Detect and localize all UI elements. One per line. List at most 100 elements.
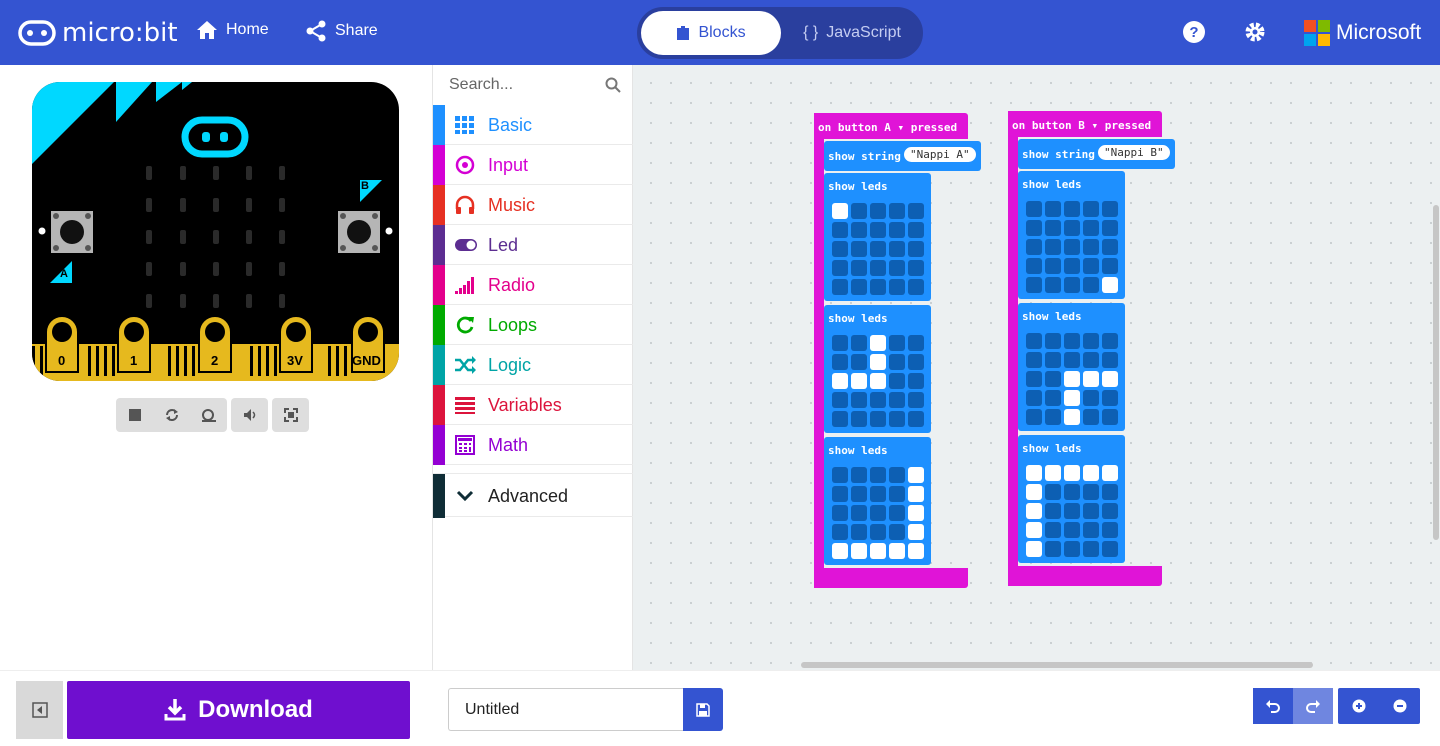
led-cell[interactable] xyxy=(1102,484,1118,500)
pin-1-label[interactable]: 1 xyxy=(130,353,137,368)
led-cell[interactable] xyxy=(870,373,886,389)
led-cell[interactable] xyxy=(1026,352,1042,368)
collapse-simulator-button[interactable] xyxy=(16,681,63,739)
led-cell[interactable] xyxy=(1045,371,1061,387)
undo-button[interactable] xyxy=(1253,688,1293,724)
led-cell[interactable] xyxy=(870,260,886,276)
led-cell[interactable] xyxy=(832,373,848,389)
toolbox-category-music[interactable]: Music xyxy=(433,185,633,225)
led-cell[interactable] xyxy=(1102,409,1118,425)
show-leds-block[interactable]: show leds xyxy=(824,173,931,301)
led-cell[interactable] xyxy=(889,260,905,276)
project-name-input[interactable]: Untitled xyxy=(448,688,684,731)
led-cell[interactable] xyxy=(889,203,905,219)
led-cell[interactable] xyxy=(1083,371,1099,387)
led-cell[interactable] xyxy=(889,505,905,521)
led-cell[interactable] xyxy=(832,279,848,295)
led-cell[interactable] xyxy=(832,354,848,370)
button-dropdown[interactable]: B xyxy=(1078,119,1085,132)
share-button[interactable]: Share xyxy=(305,20,378,42)
stop-button[interactable] xyxy=(116,398,153,432)
led-cell[interactable] xyxy=(1083,541,1099,557)
microsoft-logo[interactable]: Microsoft xyxy=(1304,20,1421,46)
led-cell[interactable] xyxy=(1045,258,1061,274)
show-leds-block[interactable]: show leds xyxy=(824,437,931,565)
led-cell[interactable] xyxy=(1102,541,1118,557)
led-cell[interactable] xyxy=(1026,277,1042,293)
led-cell[interactable] xyxy=(889,486,905,502)
led-cell[interactable] xyxy=(1064,201,1080,217)
led-cell[interactable] xyxy=(1026,541,1042,557)
led-cell[interactable] xyxy=(1045,465,1061,481)
led-cell[interactable] xyxy=(908,524,924,540)
on-button-b-pressed-block[interactable]: on button B ▾ pressed show string "Nappi B… xyxy=(1008,111,1175,586)
led-cell[interactable] xyxy=(1102,522,1118,538)
microbit-logo[interactable]: micro:bit xyxy=(18,18,178,48)
led-cell[interactable] xyxy=(889,411,905,427)
led-cell[interactable] xyxy=(908,279,924,295)
workspace-vertical-scrollbar[interactable] xyxy=(1433,205,1439,540)
led-cell[interactable] xyxy=(908,203,924,219)
led-cell[interactable] xyxy=(1026,220,1042,236)
mute-button[interactable] xyxy=(231,398,268,432)
led-cell[interactable] xyxy=(908,467,924,483)
string-value-input[interactable]: "Nappi A" xyxy=(904,147,976,162)
led-cell[interactable] xyxy=(870,486,886,502)
led-cell[interactable] xyxy=(1102,258,1118,274)
led-cell[interactable] xyxy=(870,335,886,351)
microbit-board[interactable]: A B 0 1 2 3V GND xyxy=(32,82,399,381)
led-cell[interactable] xyxy=(1064,465,1080,481)
led-cell[interactable] xyxy=(1026,239,1042,255)
led-cell[interactable] xyxy=(889,373,905,389)
led-cell[interactable] xyxy=(832,203,848,219)
tab-javascript[interactable]: { } JavaScript xyxy=(785,11,919,55)
blocks-workspace[interactable]: on button A ▾ pressed show string "Nappi A… xyxy=(633,65,1440,670)
show-leds-block[interactable]: show leds xyxy=(824,305,931,433)
led-cell[interactable] xyxy=(1064,503,1080,519)
led-cell[interactable] xyxy=(1102,503,1118,519)
save-button[interactable] xyxy=(683,688,723,731)
led-cell[interactable] xyxy=(870,241,886,257)
led-cell[interactable] xyxy=(851,260,867,276)
led-cell[interactable] xyxy=(832,486,848,502)
led-cell[interactable] xyxy=(908,392,924,408)
led-cell[interactable] xyxy=(1064,371,1080,387)
toolbox-category-math[interactable]: Math xyxy=(433,425,633,465)
led-cell[interactable] xyxy=(1045,541,1061,557)
pin-gnd-label[interactable]: GND xyxy=(352,353,381,368)
led-cell[interactable] xyxy=(851,411,867,427)
led-cell[interactable] xyxy=(851,543,867,559)
led-cell[interactable] xyxy=(1064,541,1080,557)
download-button[interactable]: Download xyxy=(67,681,410,739)
led-cell[interactable] xyxy=(1045,484,1061,500)
toolbox-category-loops[interactable]: Loops xyxy=(433,305,633,345)
led-cell[interactable] xyxy=(1102,333,1118,349)
led-cell[interactable] xyxy=(870,505,886,521)
led-cell[interactable] xyxy=(851,203,867,219)
led-cell[interactable] xyxy=(1045,201,1061,217)
led-cell[interactable] xyxy=(1026,503,1042,519)
led-cell[interactable] xyxy=(870,524,886,540)
led-cell[interactable] xyxy=(832,260,848,276)
led-cell[interactable] xyxy=(1045,390,1061,406)
led-cell[interactable] xyxy=(1083,465,1099,481)
led-cell[interactable] xyxy=(908,411,924,427)
led-cell[interactable] xyxy=(1026,465,1042,481)
led-cell[interactable] xyxy=(908,354,924,370)
show-string-block[interactable]: show string "Nappi A" xyxy=(824,141,981,171)
led-cell[interactable] xyxy=(889,241,905,257)
led-cell[interactable] xyxy=(1083,333,1099,349)
led-cell[interactable] xyxy=(1026,390,1042,406)
led-cell[interactable] xyxy=(832,392,848,408)
led-cell[interactable] xyxy=(1026,201,1042,217)
led-cell[interactable] xyxy=(908,260,924,276)
toolbox-category-radio[interactable]: Radio xyxy=(433,265,633,305)
led-cell[interactable] xyxy=(851,241,867,257)
workspace-horizontal-scrollbar[interactable] xyxy=(801,662,1313,668)
led-cell[interactable] xyxy=(1026,484,1042,500)
led-cell[interactable] xyxy=(1083,201,1099,217)
led-cell[interactable] xyxy=(1083,220,1099,236)
led-cell[interactable] xyxy=(851,222,867,238)
led-cell[interactable] xyxy=(870,467,886,483)
led-cell[interactable] xyxy=(1045,220,1061,236)
